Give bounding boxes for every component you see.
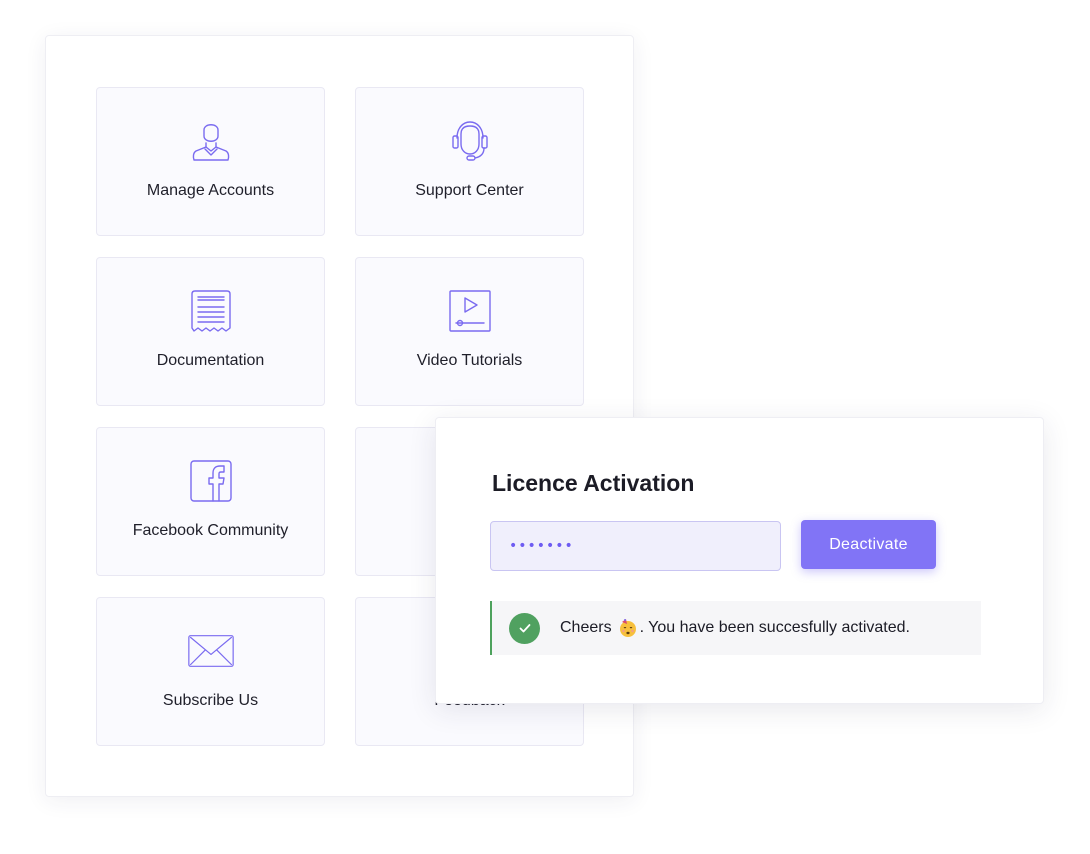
deactivate-button[interactable]: Deactivate: [801, 520, 936, 569]
user-icon: [188, 118, 234, 164]
document-icon: [188, 288, 234, 334]
notice-suffix: . You have been succesfully activated.: [639, 619, 910, 636]
facebook-icon: [188, 458, 234, 504]
success-notice: Cheers . You have been succesfully activ…: [490, 601, 981, 655]
video-play-icon: [447, 288, 493, 334]
envelope-icon: [187, 628, 234, 674]
tile-support-center[interactable]: Support Center: [355, 87, 584, 236]
tile-label: Manage Accounts: [146, 182, 275, 199]
tile-documentation[interactable]: Documentation: [96, 257, 325, 406]
tile-facebook-community[interactable]: Facebook Community: [96, 427, 325, 576]
licence-activation-card: Licence Activation Deactivate Cheers: [435, 417, 1044, 704]
headset-icon: [447, 118, 493, 164]
notice-prefix: Cheers: [560, 619, 612, 636]
tile-label: Video Tutorials: [416, 352, 523, 369]
licence-key-input[interactable]: [490, 521, 781, 571]
tile-label: Documentation: [156, 352, 265, 369]
tile-video-tutorials[interactable]: Video Tutorials: [355, 257, 584, 406]
page: Manage Accounts Support Center Documenta…: [0, 0, 1090, 854]
tile-label: Subscribe Us: [162, 692, 259, 709]
check-circle-icon: [509, 612, 540, 644]
licence-title: Licence Activation: [492, 470, 695, 496]
tile-label: Facebook Community: [132, 522, 289, 539]
tile-subscribe-us[interactable]: Subscribe Us: [96, 597, 325, 746]
success-message: Cheers . You have been succesfully activ…: [560, 618, 910, 638]
tile-manage-accounts[interactable]: Manage Accounts: [96, 87, 325, 236]
tile-label: Support Center: [415, 182, 524, 199]
party-face-icon: [618, 618, 638, 638]
